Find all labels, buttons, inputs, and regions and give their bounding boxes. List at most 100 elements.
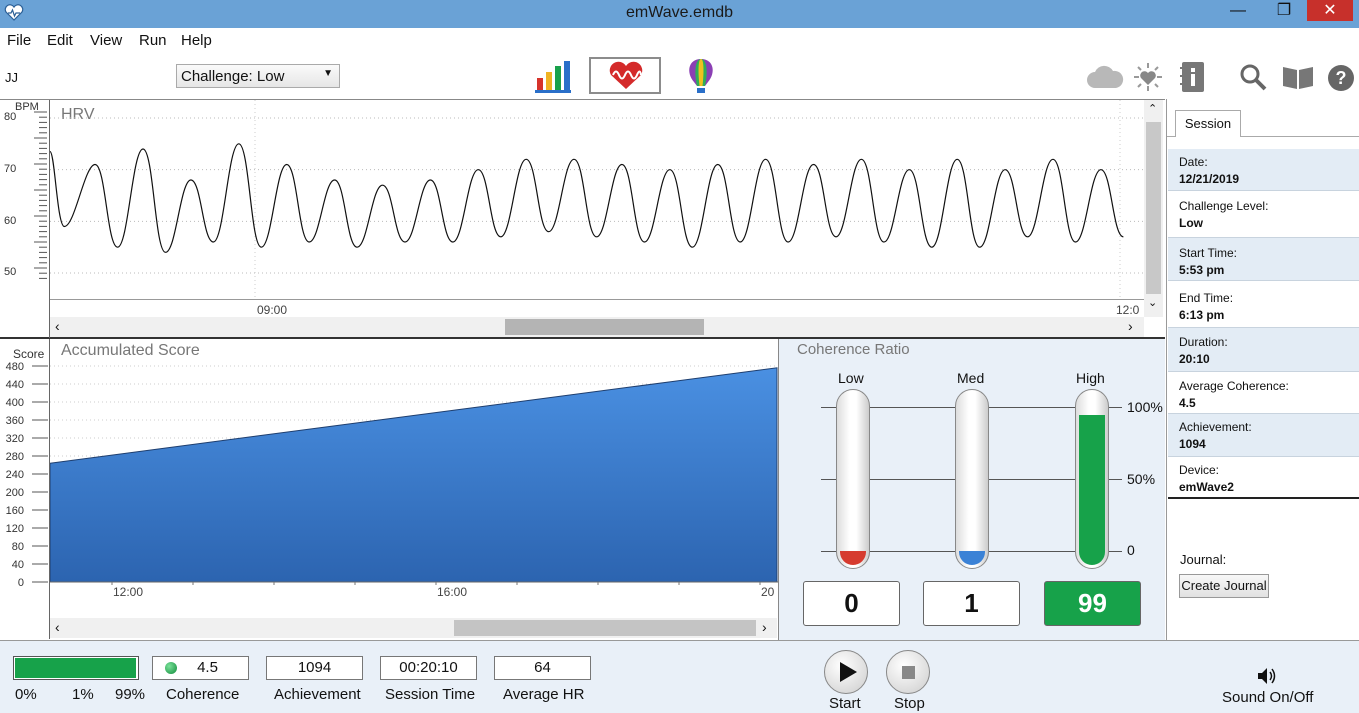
score-xtick: 16:00: [437, 585, 468, 599]
session-panel: Session Date: 12/21/2019 Challenge Level…: [1166, 99, 1359, 640]
create-journal-button[interactable]: Create Journal: [1179, 574, 1269, 598]
maximize-button[interactable]: ❐: [1261, 0, 1307, 24]
scroll-thumb[interactable]: [454, 620, 756, 636]
field-label: Device:: [1179, 463, 1220, 477]
field-value: 20:10: [1179, 352, 1210, 366]
scroll-thumb[interactable]: [505, 319, 704, 335]
scroll-thumb[interactable]: [1146, 122, 1161, 294]
achievement-value: 1094: [266, 656, 363, 680]
stop-label: Stop: [894, 695, 925, 712]
score-area: [50, 367, 778, 583]
scroll-down-icon[interactable]: ⌄: [1148, 296, 1157, 309]
score-ytick: 40: [12, 559, 24, 571]
tab-session[interactable]: Session: [1175, 110, 1241, 137]
speaker-icon[interactable]: [1256, 666, 1278, 686]
session-time-label: Session Time: [385, 686, 476, 703]
progress-label-0: 0%: [15, 686, 37, 703]
score-horizontal-scrollbar[interactable]: ‹ ›: [50, 618, 777, 638]
menu-help[interactable]: Help: [181, 32, 212, 49]
hrv-xtick: 09:00: [257, 303, 288, 317]
bar-chart-icon[interactable]: [534, 60, 572, 94]
coherence-indicator-icon: [165, 662, 177, 674]
scale-100-label: 100%: [1127, 399, 1163, 415]
score-ytick: 360: [6, 415, 24, 427]
hrv-horizontal-scrollbar[interactable]: ‹ ›: [50, 317, 1144, 337]
field-value: 4.5: [1179, 396, 1196, 410]
field-value: 12/21/2019: [1179, 172, 1240, 186]
session-end-time: End Time: 6:13 pm: [1168, 281, 1359, 328]
toolbar: JJ Challenge: Low ▼ ?: [0, 52, 1359, 99]
hrv-vertical-scrollbar[interactable]: ⌃ ⌄: [1144, 100, 1163, 317]
session-achievement: Achievement: 1094: [1168, 414, 1359, 457]
coherence-value: 4.5: [197, 659, 218, 676]
svg-text:?: ?: [1336, 68, 1347, 88]
minimize-button[interactable]: —: [1215, 0, 1261, 24]
field-label: Challenge Level:: [1179, 199, 1269, 213]
score-ytick: 480: [6, 361, 24, 373]
average-hr-value: 64: [494, 656, 591, 680]
chevron-down-icon: ▼: [323, 68, 333, 79]
scale-50-label: 50%: [1127, 471, 1156, 487]
scroll-right-icon[interactable]: ›: [762, 619, 767, 635]
search-icon[interactable]: [1238, 63, 1268, 93]
high-fill: [1079, 414, 1105, 565]
menu-view[interactable]: View: [90, 32, 122, 49]
heart-rhythm-view-button[interactable]: [589, 57, 661, 94]
hrv-time-axis: [50, 299, 1144, 300]
title-bar: emWave.emdb — ❐ ✕: [0, 0, 1359, 28]
hrv-ytick: 50: [4, 266, 17, 278]
coherence-label: Coherence: [166, 686, 240, 703]
progress-label-99: 99%: [115, 686, 146, 703]
achievement-label: Achievement: [274, 686, 361, 703]
stop-button[interactable]: [886, 650, 930, 694]
field-label: Date:: [1179, 155, 1208, 169]
scroll-left-icon[interactable]: ‹: [55, 318, 60, 334]
heart-icon: [609, 61, 643, 89]
hrv-series-line: [50, 143, 1124, 253]
open-book-icon[interactable]: [1282, 64, 1314, 90]
score-ytick: 160: [6, 505, 24, 517]
help-icon[interactable]: ?: [1327, 64, 1355, 92]
score-ytick: 120: [6, 523, 24, 535]
scroll-right-icon[interactable]: ›: [1128, 318, 1133, 334]
high-label: High: [1076, 370, 1105, 386]
hrv-ytick: 70: [4, 163, 17, 175]
cloud-icon[interactable]: [1086, 64, 1124, 90]
user-name: JJ: [5, 70, 18, 85]
close-button[interactable]: ✕: [1307, 0, 1353, 21]
menu-edit[interactable]: Edit: [47, 32, 73, 49]
progress-label-1: 1%: [72, 686, 94, 703]
field-value: emWave2: [1179, 480, 1234, 494]
menu-file[interactable]: File: [7, 32, 31, 49]
start-button[interactable]: [824, 650, 868, 694]
score-xtick: 20: [761, 585, 775, 599]
med-label: Med: [957, 370, 985, 386]
start-label: Start: [829, 695, 861, 712]
info-book-icon[interactable]: [1180, 61, 1206, 93]
med-tube: [955, 389, 989, 569]
play-icon: [840, 662, 857, 682]
status-bar: 0% 1% 99% 4.5 Coherence 1094 Achievement…: [0, 640, 1359, 713]
scroll-up-icon[interactable]: ⌃: [1148, 102, 1157, 115]
progress-fill: [15, 658, 136, 678]
menu-bar: File Edit View Run Help: [0, 28, 1359, 52]
stop-icon: [902, 666, 915, 679]
challenge-select[interactable]: Challenge: Low ▼: [176, 64, 340, 88]
sound-toggle-label[interactable]: Sound On/Off: [1222, 689, 1313, 706]
accumulated-score-panel: Score 480 440 400 360 320 280 240 200 160 120 80 40…: [0, 339, 778, 640]
score-ytick: 320: [6, 433, 24, 445]
coherence-title: Coherence Ratio: [797, 341, 910, 358]
journal-label: Journal:: [1180, 552, 1227, 567]
low-value: 0: [803, 581, 900, 626]
score-ytick: 240: [6, 469, 24, 481]
score-ytick: 280: [6, 451, 24, 463]
balloon-game-icon[interactable]: [683, 57, 719, 95]
menu-run[interactable]: Run: [139, 32, 167, 49]
scroll-left-icon[interactable]: ‹: [55, 619, 60, 635]
score-y-axis: 48044040036032028024020016012080400: [6, 361, 48, 589]
heart-glow-icon[interactable]: [1133, 62, 1163, 92]
score-ytick: 80: [12, 541, 24, 553]
session-time-value: 00:20:10: [380, 656, 477, 680]
session-challenge-level: Challenge Level: Low: [1168, 191, 1359, 238]
field-value: Low: [1179, 216, 1203, 230]
